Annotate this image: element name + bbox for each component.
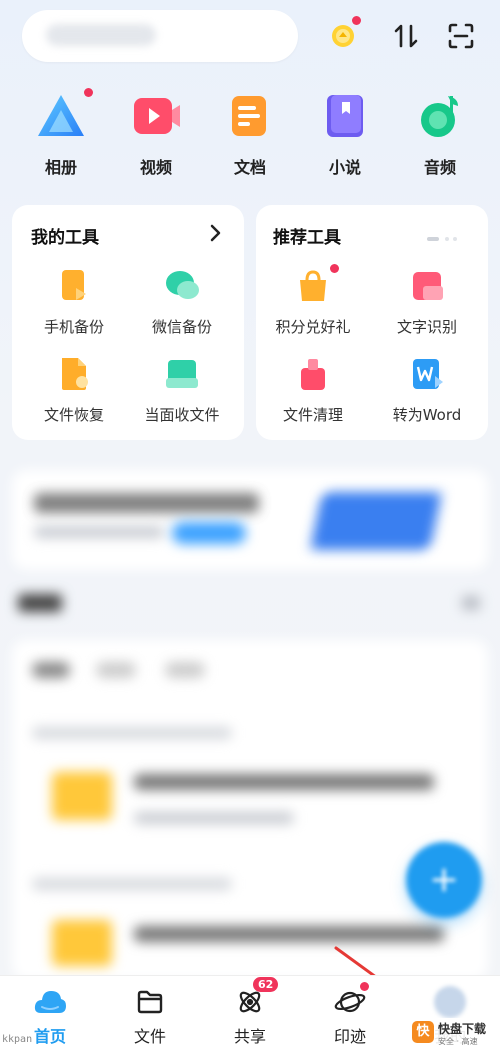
watermark-brand: 快盘下载 [438, 1022, 487, 1036]
plus-icon [430, 866, 458, 894]
tool-label: 微信备份 [151, 318, 212, 336]
category-label: 小说 [328, 158, 361, 177]
coin-icon[interactable] [325, 16, 361, 54]
scan-icon[interactable] [443, 18, 479, 54]
tool-label: 当面收文件 [144, 406, 220, 424]
receive-file-icon [164, 356, 200, 392]
recent-tab-blurred[interactable] [96, 662, 136, 678]
nav-label: 印迹 [333, 1027, 366, 1046]
nav-share[interactable]: 62 共享 [215, 977, 285, 1047]
recent-item-title-blurred [134, 926, 444, 942]
tool-ocr[interactable]: 文字识别 [371, 268, 483, 337]
audio-icon [414, 92, 466, 144]
recent-date-blurred [32, 727, 232, 739]
tool-label: 文件恢复 [43, 406, 104, 424]
cleanup-icon [295, 356, 331, 392]
banner-text-blurred [34, 493, 259, 513]
cloud-home-icon [33, 985, 67, 1019]
folder-icon [52, 920, 112, 966]
category-label: 相册 [44, 158, 77, 177]
category-label: 音频 [423, 158, 456, 177]
planet-icon [333, 982, 369, 1019]
tool-convert-word[interactable]: 转为Word [371, 356, 483, 425]
recent-item-title-blurred [134, 774, 434, 790]
folder-icon [52, 772, 112, 820]
watermark-logo: 快 快盘下载 安全 · 高速 [410, 1018, 498, 1050]
category-novel[interactable]: 小说 [305, 92, 385, 178]
search-placeholder-blurred [46, 24, 156, 46]
file-recovery-icon [56, 356, 92, 392]
watermark-sub: 安全 · 高速 [438, 1037, 478, 1046]
avatar-icon [433, 985, 467, 1019]
category-album[interactable]: 相册 [21, 88, 101, 178]
nav-files[interactable]: 文件 [115, 985, 185, 1047]
category-document[interactable]: 文档 [210, 92, 290, 178]
recent-title-blurred [18, 594, 62, 612]
shopping-bag-icon [295, 264, 339, 304]
word-icon [409, 356, 445, 392]
folder-icon [133, 985, 167, 1019]
nav-label: 共享 [233, 1027, 266, 1046]
my-tools-title: 我的工具 [31, 228, 99, 248]
recent-toggle-blurred[interactable] [462, 596, 480, 610]
carousel-indicator [427, 227, 459, 241]
banner-image-blurred [309, 492, 443, 550]
tool-file-cleanup[interactable]: 文件清理 [257, 356, 369, 425]
category-audio[interactable]: 音频 [400, 92, 480, 178]
nav-label: 文件 [133, 1027, 166, 1046]
watermark-left: kkpan [2, 1034, 33, 1045]
video-icon [130, 92, 182, 144]
atom-share-icon: 62 [233, 977, 279, 1019]
tool-file-recovery[interactable]: 文件恢复 [18, 356, 130, 425]
wechat-backup-icon [164, 268, 200, 304]
banner-button-blurred [172, 522, 246, 544]
tool-label: 转为Word [392, 406, 462, 424]
album-icon [35, 88, 93, 144]
tool-label: 手机备份 [43, 318, 104, 336]
banner-subtext-blurred [34, 526, 164, 538]
ocr-icon [409, 268, 445, 304]
tool-phone-backup[interactable]: 手机备份 [18, 268, 130, 337]
category-video[interactable]: 视频 [116, 92, 196, 178]
transfer-icon[interactable] [388, 18, 424, 54]
recommended-tools-title: 推荐工具 [273, 228, 341, 248]
category-label: 视频 [139, 158, 172, 177]
category-label: 文档 [233, 158, 266, 177]
recent-tab-blurred[interactable] [165, 662, 205, 678]
chevron-right-icon[interactable] [206, 222, 224, 248]
novel-icon [319, 92, 371, 144]
tool-label: 文字识别 [396, 318, 457, 336]
phone-backup-icon [56, 268, 92, 304]
share-badge: 62 [253, 977, 279, 992]
recent-item-meta-blurred [134, 812, 294, 824]
recent-tab-blurred[interactable] [32, 662, 70, 678]
tool-receive-file[interactable]: 当面收文件 [126, 356, 238, 425]
document-icon [224, 92, 276, 144]
tool-points-gift[interactable]: 积分兑好礼 [257, 264, 369, 337]
recent-date-blurred [32, 878, 232, 890]
tool-label: 积分兑好礼 [275, 318, 351, 336]
nav-trace[interactable]: 印迹 [315, 982, 385, 1047]
tool-wechat-backup[interactable]: 微信备份 [126, 268, 238, 337]
tool-label: 文件清理 [282, 406, 343, 424]
